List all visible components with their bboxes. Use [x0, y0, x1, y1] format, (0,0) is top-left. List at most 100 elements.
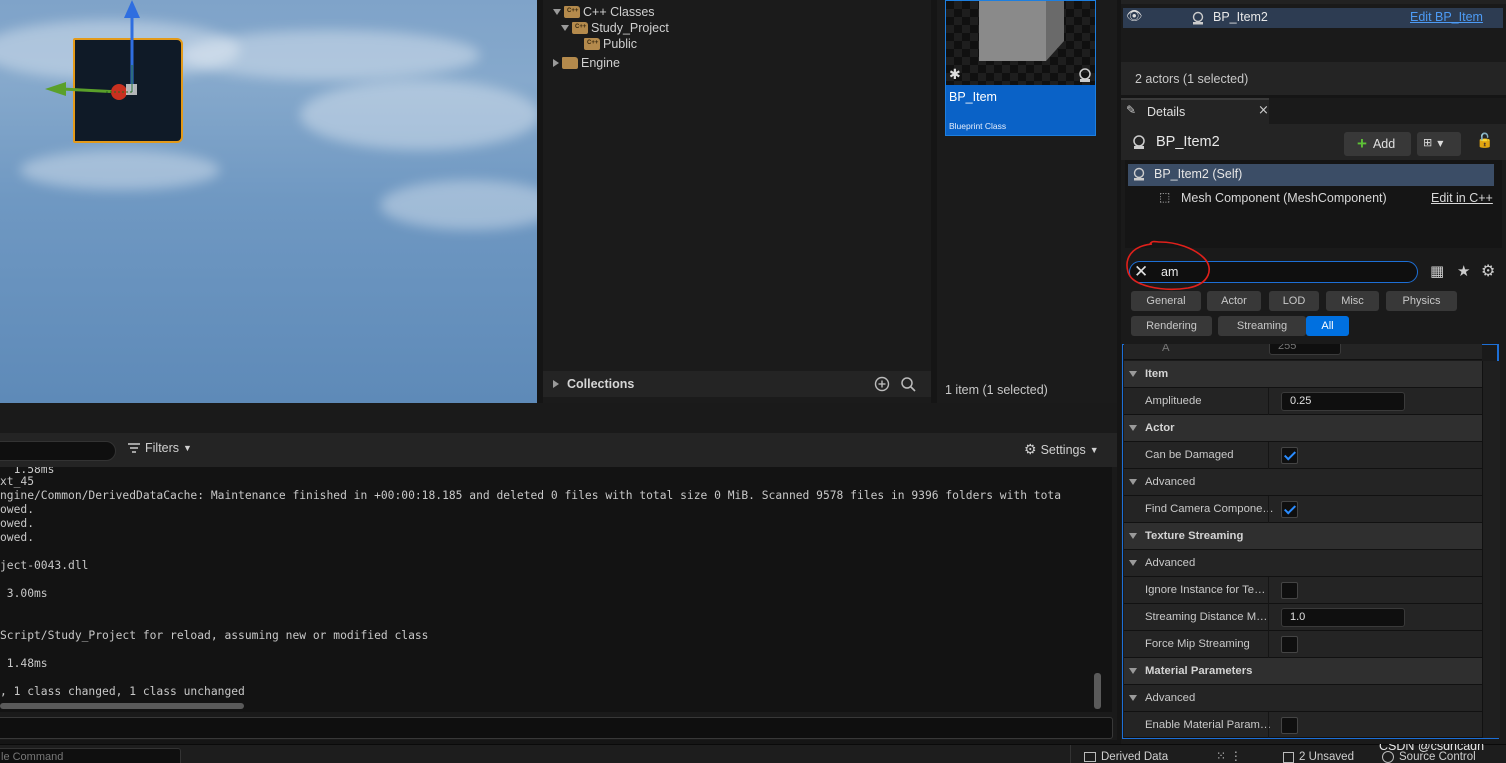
filters-dropdown[interactable]: Filters ▼ — [127, 441, 192, 455]
add-collection-icon[interactable] — [874, 376, 890, 392]
red-annotation-circle — [1126, 240, 1210, 291]
activity-icon[interactable]: ⁙ ⋮ — [1216, 749, 1242, 763]
log-line: , 1 class changed, 1 class unchanged — [0, 685, 245, 698]
table-view-icon[interactable]: ▦ — [1430, 262, 1444, 280]
asset-tile-bp-item[interactable]: ✱ BP_Item Blueprint Class — [945, 0, 1096, 136]
advanced-section[interactable]: Advanced — [1124, 469, 1500, 496]
property-row-amplitude: Amplituede 0.25 — [1124, 388, 1500, 415]
chevron-down-icon: ▼ — [183, 443, 192, 453]
collapse-arrow-icon[interactable] — [553, 59, 559, 67]
ignore-instance-checkbox[interactable] — [1281, 582, 1298, 599]
component-mesh[interactable]: ⬚ Mesh Component (MeshComponent) Edit in… — [1128, 188, 1494, 210]
tree-item-engine[interactable]: Engine — [553, 56, 620, 70]
advanced-section[interactable]: Advanced — [1124, 685, 1500, 712]
category-item[interactable]: Item — [1124, 361, 1500, 388]
category-actor[interactable]: Actor — [1124, 415, 1500, 442]
find-camera-checkbox[interactable] — [1281, 501, 1298, 518]
details-tab[interactable]: ✎ Details × — [1121, 98, 1269, 124]
property-row-streaming-distance: Streaming Distance M… 1.0 — [1124, 604, 1500, 631]
property-row-alpha: A 255 — [1124, 344, 1482, 360]
filter-tab-streaming[interactable]: Streaming — [1218, 316, 1306, 336]
blueprint-options-dropdown[interactable]: ⊞ ▼ — [1417, 132, 1461, 156]
log-search-input[interactable] — [0, 441, 116, 461]
tree-item-cpp-classes[interactable]: C++ Classes — [553, 5, 655, 19]
output-log-body[interactable]: 1.58ms xt_45 ngine/Common/DerivedDataCac… — [0, 467, 1112, 712]
log-line: xt_45 — [0, 475, 35, 488]
y-axis-arrow-icon — [45, 82, 66, 96]
object-name: BP_Item2 — [1156, 134, 1220, 150]
cpp-folder-icon — [584, 38, 600, 50]
log-line: owed. — [0, 503, 35, 516]
collapse-arrow-icon[interactable] — [553, 380, 559, 388]
streaming-distance-field[interactable]: 1.0 — [1281, 608, 1405, 627]
search-icon[interactable] — [900, 376, 916, 392]
actor-count-label: 2 actors (1 selected) — [1135, 72, 1249, 86]
derived-data-button[interactable]: Derived Data — [1084, 751, 1168, 763]
asset-thumbnail: ✱ — [946, 1, 1095, 85]
enable-material-checkbox[interactable] — [1281, 717, 1298, 734]
add-component-button[interactable]: + Add — [1344, 132, 1411, 156]
save-icon — [1283, 751, 1294, 763]
transform-gizmo[interactable] — [40, 0, 160, 110]
expand-arrow-icon[interactable] — [1129, 560, 1137, 566]
log-line: owed. — [0, 517, 35, 530]
log-line: Script/Study_Project for reload, assumin… — [0, 629, 429, 642]
content-browser-tree: C++ Classes Study_Project Public Engine — [543, 0, 931, 403]
close-icon[interactable]: × — [1258, 103, 1269, 118]
filter-tab-misc[interactable]: Misc — [1326, 291, 1379, 311]
tree-item-study-project[interactable]: Study_Project — [561, 21, 669, 35]
database-icon — [1084, 752, 1096, 762]
advanced-section[interactable]: Advanced — [1124, 550, 1500, 577]
filter-tab-all[interactable]: All — [1306, 316, 1349, 336]
expand-arrow-icon[interactable] — [553, 9, 561, 15]
actor-icon — [1133, 167, 1145, 181]
world-outliner: 👁 BP_Item2 Edit BP_Item 2 actors (1 sele… — [1121, 0, 1506, 95]
force-mip-checkbox[interactable] — [1281, 636, 1298, 653]
gear-icon: ⚙ — [1024, 441, 1037, 457]
component-self[interactable]: BP_Item2 (Self) — [1128, 164, 1494, 186]
chevron-down-icon: ▼ — [1437, 139, 1444, 148]
expand-arrow-icon[interactable] — [1129, 533, 1137, 539]
chevron-down-icon: ▼ — [1089, 444, 1099, 455]
plus-icon: + — [1357, 134, 1367, 153]
expand-arrow-icon[interactable] — [1129, 371, 1137, 377]
expand-arrow-icon[interactable] — [1129, 425, 1137, 431]
horizontal-scrollbar[interactable] — [0, 703, 244, 709]
vertical-scrollbar[interactable] — [1094, 673, 1101, 709]
tree-item-public[interactable]: Public — [584, 37, 637, 51]
can-be-damaged-checkbox[interactable] — [1281, 447, 1298, 464]
edit-blueprint-link[interactable]: Edit BP_Item — [1410, 10, 1483, 24]
category-material-parameters[interactable]: Material Parameters — [1124, 658, 1500, 685]
category-texture-streaming[interactable]: Texture Streaming — [1124, 523, 1500, 550]
actor-class-icon — [1079, 68, 1091, 82]
visibility-eye-icon[interactable]: 👁 — [1126, 9, 1143, 24]
edit-in-cpp-link[interactable]: Edit in C++ — [1431, 191, 1493, 205]
filter-tab-physics[interactable]: Physics — [1386, 291, 1457, 311]
filter-tab-rendering[interactable]: Rendering — [1131, 316, 1212, 336]
hierarchy-icon: ⊞ — [1423, 136, 1433, 149]
console-command-field[interactable]: le Command — [0, 748, 181, 763]
lock-icon[interactable]: 🔓 — [1476, 133, 1493, 149]
expand-arrow-icon[interactable] — [1129, 695, 1137, 701]
unsaved-button[interactable]: 2 Unsaved — [1283, 751, 1354, 763]
collections-header[interactable]: Collections — [543, 371, 931, 397]
settings-gear-icon[interactable]: ⚙ — [1481, 261, 1495, 280]
filter-tab-general[interactable]: General — [1131, 291, 1201, 311]
expand-arrow-icon[interactable] — [561, 25, 569, 31]
property-row-find-camera: Find Camera Compone… — [1124, 496, 1500, 523]
settings-dropdown[interactable]: ⚙ Settings ▼ — [1024, 441, 1099, 458]
star-icon[interactable]: ★ — [1457, 262, 1470, 280]
level-viewport[interactable] — [0, 0, 537, 403]
expand-arrow-icon[interactable] — [1129, 479, 1137, 485]
asset-type: Blueprint Class — [949, 121, 1007, 131]
actor-icon — [1192, 11, 1204, 25]
command-input[interactable] — [0, 717, 1113, 739]
outliner-row-selected[interactable]: 👁 BP_Item2 Edit BP_Item — [1123, 8, 1503, 28]
filter-tab-lod[interactable]: LOD — [1269, 291, 1319, 311]
expand-arrow-icon[interactable] — [1129, 668, 1137, 674]
filter-tab-actor[interactable]: Actor — [1207, 291, 1261, 311]
property-row-ignore-instance: Ignore Instance for Te… — [1124, 577, 1500, 604]
asset-name: BP_Item — [949, 90, 997, 104]
cpp-folder-icon — [564, 6, 580, 18]
amplitude-field[interactable]: 0.25 — [1281, 392, 1405, 411]
